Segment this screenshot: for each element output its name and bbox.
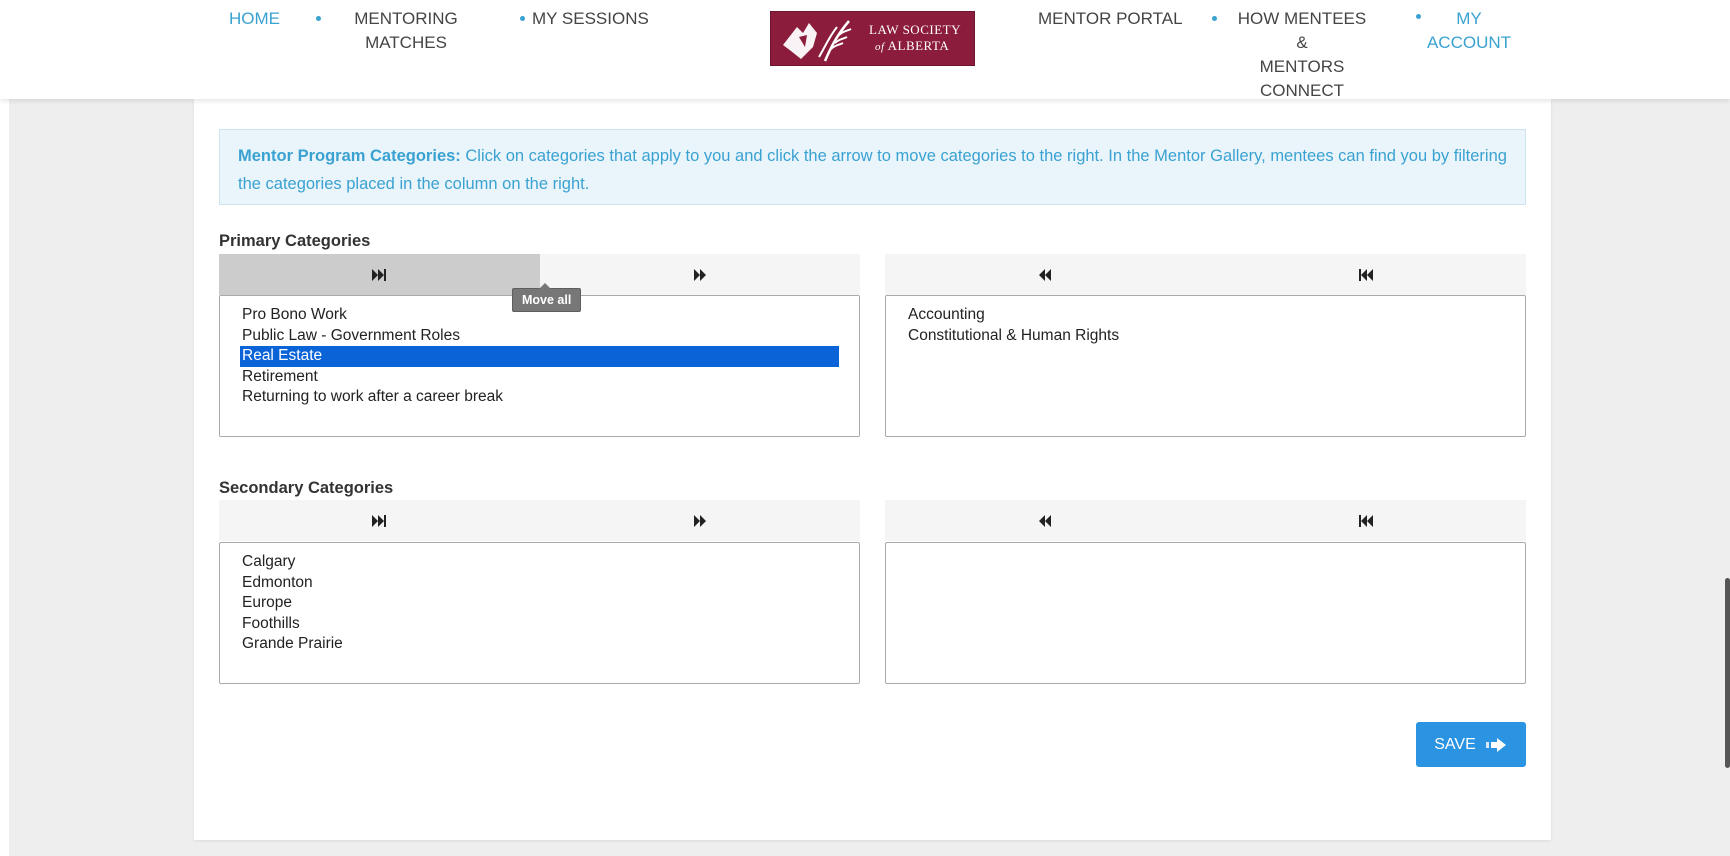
rewind-icon [1039,268,1052,281]
save-button[interactable]: SAVE [1416,722,1526,767]
nav-separator-dot [1416,14,1421,19]
nav-my-sessions[interactable]: MY SESSIONS [532,7,649,31]
nav-how-mentees-connect[interactable]: HOW MENTEES & MENTORS CONNECT [1230,7,1374,103]
primary-available-list[interactable]: Pro Bono Work Public Law - Government Ro… [219,295,860,437]
nav-my-account-line2: ACCOUNT [1426,33,1512,52]
fast-forward-icon [693,514,706,527]
secondary-categories-label: Secondary Categories [219,479,394,497]
nav-my-account[interactable]: MY ACCOUNT [1426,7,1512,55]
primary-move-right-button[interactable] [540,254,861,295]
logo-line1: LAW SOCIETY [869,22,961,37]
nav-separator-dot [316,16,321,21]
rewind-icon [1039,514,1052,527]
secondary-move-all-right-button[interactable] [219,500,540,541]
info-box: Mentor Program Categories: Click on cate… [219,129,1526,205]
scrollbar-thumb[interactable] [1725,578,1730,768]
secondary-chosen-list[interactable] [885,542,1526,684]
secondary-left-toolbar [219,500,860,541]
nav-home-label: HOME [229,9,280,28]
secondary-move-left-button[interactable] [885,500,1206,541]
content-card [194,99,1551,840]
primary-move-all-right-button[interactable] [219,254,540,295]
primary-categories-label: Primary Categories [219,232,371,250]
secondary-move-right-button[interactable] [540,500,861,541]
primary-move-all-left-button[interactable] [1206,254,1527,295]
info-heading: Mentor Program Categories: [238,147,461,165]
nav-my-account-line1: MY [1456,9,1482,28]
move-all-tooltip: Move all [512,283,582,312]
nav-mentoring-matches-line2: MATCHES [365,33,447,52]
list-item[interactable]: Foothills [240,614,839,635]
list-item[interactable]: Accounting [906,305,1505,326]
skip-forward-icon [372,514,387,527]
fast-forward-icon [693,268,706,281]
nav-mentor-portal-label: MENTOR PORTAL [1038,9,1183,28]
list-item[interactable]: Constitutional & Human Rights [906,326,1505,347]
list-item[interactable]: Retirement [240,367,839,388]
secondary-move-all-left-button[interactable] [1206,500,1527,541]
nav-how-line1: HOW MENTEES & [1237,9,1367,52]
logo-text: LAW SOCIETY of ALBERTA [869,22,961,55]
nav-separator-dot [1212,16,1217,21]
primary-right-toolbar [885,254,1526,295]
list-item[interactable]: Returning to work after a career break [240,387,839,408]
skip-forward-icon [372,268,387,281]
nav-mentoring-matches[interactable]: MENTORING MATCHES [350,7,462,55]
nav-mentor-portal[interactable]: MENTOR PORTAL [1038,7,1183,31]
list-item[interactable]: Calgary [240,552,839,573]
save-button-label: SAVE [1434,735,1476,753]
list-item[interactable]: Public Law - Government Roles [240,326,839,347]
arrow-right-icon [1485,737,1506,752]
logo-line2: ALBERTA [887,38,950,53]
nav-mentoring-matches-line1: MENTORING [354,9,458,28]
list-item[interactable]: Edmonton [240,573,839,594]
list-item[interactable]: Europe [240,593,839,614]
list-item-selected[interactable]: Real Estate [240,346,839,367]
site-header: HOME MENTORING MATCHES MY SESSIONS LAW S… [0,0,1730,100]
primary-chosen-list[interactable]: Accounting Constitutional & Human Rights [885,295,1526,437]
nav-my-sessions-label: MY SESSIONS [532,9,649,28]
logo-mark-icon [783,20,852,62]
nav-home[interactable]: HOME [229,7,280,31]
secondary-available-list[interactable]: Calgary Edmonton Europe Foothills Grande… [219,542,860,684]
skip-back-icon [1358,268,1373,281]
nav-how-line3: CONNECT [1259,81,1345,100]
nav-separator-dot [520,16,525,21]
secondary-right-toolbar [885,500,1526,541]
nav-how-line2: MENTORS [1259,57,1345,76]
primary-move-left-button[interactable] [885,254,1206,295]
list-item[interactable]: Grande Prairie [240,634,839,655]
skip-back-icon [1358,514,1373,527]
logo-line2-small: of [875,41,885,53]
law-society-logo[interactable]: LAW SOCIETY of ALBERTA [770,11,975,66]
